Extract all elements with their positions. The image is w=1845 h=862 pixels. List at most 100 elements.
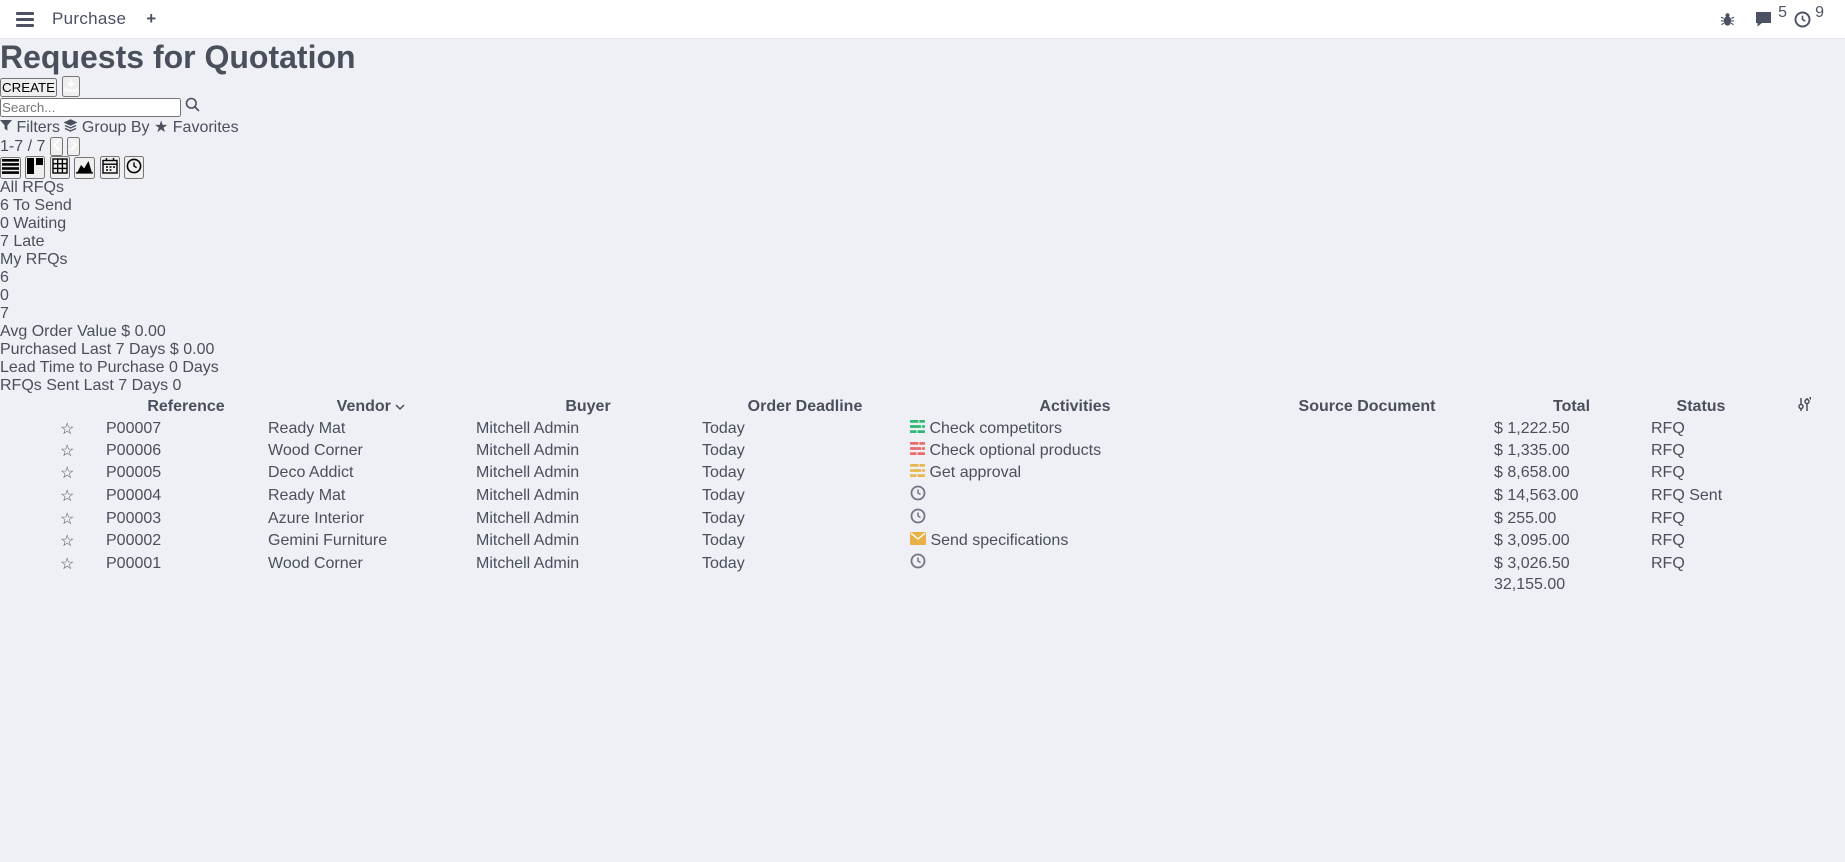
activity-cell[interactable]: Check competitors — [910, 420, 1062, 437]
plus-tab-icon[interactable]: + — [142, 9, 160, 29]
debug-bug-icon[interactable] — [1720, 11, 1735, 27]
reference-link[interactable]: P00007 — [106, 420, 161, 437]
search-icon[interactable] — [185, 99, 200, 116]
total-amount: $ 3,026.50 — [1494, 555, 1570, 572]
tasks-icon — [910, 464, 925, 481]
graph-view-button[interactable] — [74, 157, 95, 179]
favorite-star-icon[interactable]: ☆ — [60, 533, 74, 550]
activity-cell[interactable]: Check optional products — [910, 442, 1101, 459]
pager-range: 1-7 / 7 — [0, 138, 45, 155]
buyer-link[interactable]: Mitchell Admin — [476, 555, 579, 572]
table-row[interactable]: ☆ P00003 Azure Interior Mitchell Admin T… — [2, 508, 1829, 529]
activity-label: Send specifications — [930, 532, 1068, 549]
vendor-link[interactable]: Ready Mat — [268, 420, 345, 437]
stat-purchased-last-7-days: Purchased Last 7 Days $ 0.00 — [0, 341, 1845, 359]
reference-link[interactable]: P00004 — [106, 487, 161, 504]
total-amount: $ 1,335.00 — [1494, 442, 1570, 459]
activities-clock-icon[interactable]: 9 — [1794, 11, 1811, 28]
my-kpi-waiting[interactable]: 0 — [0, 287, 1845, 305]
buyer-link[interactable]: Mitchell Admin — [476, 420, 579, 437]
kanban-view-button[interactable] — [25, 156, 45, 179]
table-row[interactable]: ☆ P00006 Wood Corner Mitchell Admin Toda… — [2, 441, 1829, 461]
vendor-link[interactable]: Ready Mat — [268, 487, 345, 504]
export-button[interactable] — [62, 76, 80, 97]
filters-menu[interactable]: Filters — [0, 119, 64, 136]
favorite-star-icon[interactable]: ☆ — [60, 488, 74, 505]
header-order-deadline[interactable]: Order Deadline — [702, 397, 908, 417]
pivot-view-button[interactable] — [50, 156, 70, 179]
vendor-link[interactable]: Deco Addict — [268, 464, 353, 481]
activity-cell[interactable]: Get approval — [910, 464, 1021, 481]
hamburger-menu-icon[interactable] — [14, 8, 36, 31]
favorite-star-icon[interactable]: ☆ — [60, 511, 74, 528]
kpi-card-late[interactable]: 7 Late — [0, 233, 1845, 251]
messages-icon[interactable]: 5 — [1755, 11, 1774, 28]
reference-link[interactable]: P00001 — [106, 555, 161, 572]
table-row[interactable]: ☆ P00002 Gemini Furniture Mitchell Admin… — [2, 531, 1829, 551]
favorites-menu[interactable]: ★ Favorites — [154, 119, 239, 136]
kanban-view-icon — [27, 158, 43, 174]
favorite-star-icon[interactable]: ☆ — [60, 556, 74, 573]
kpi-card-to-send[interactable]: 6 To Send — [0, 197, 1845, 215]
pivot-view-icon — [52, 158, 68, 174]
stat-lead-time-to-purchase: Lead Time to Purchase 0 Days — [0, 359, 1845, 377]
header-total[interactable]: Total — [1494, 397, 1649, 417]
status-badge: RFQ — [1651, 420, 1685, 437]
buyer-link[interactable]: Mitchell Admin — [476, 464, 579, 481]
app-title[interactable]: Purchase — [52, 9, 126, 29]
status-badge: RFQ Sent — [1651, 487, 1722, 504]
my-rfqs-label: My RFQs — [0, 251, 68, 268]
activity-cell[interactable] — [910, 556, 926, 573]
pager-previous-button[interactable] — [50, 137, 63, 156]
my-kpi-late[interactable]: 7 — [0, 305, 1845, 323]
group-by-menu[interactable]: Group By — [64, 119, 154, 136]
reference-link[interactable]: P00003 — [106, 510, 161, 527]
buyer-link[interactable]: Mitchell Admin — [476, 442, 579, 459]
reference-link[interactable]: P00002 — [106, 532, 161, 549]
vendor-link[interactable]: Gemini Furniture — [268, 532, 387, 549]
create-button[interactable]: CREATE — [0, 78, 57, 97]
favorite-star-icon[interactable]: ☆ — [60, 443, 74, 460]
buyer-link[interactable]: Mitchell Admin — [476, 532, 579, 549]
list-view-button[interactable] — [0, 157, 21, 179]
stat-avg-order-value: Avg Order Value $ 0.00 — [0, 323, 1845, 341]
kpi-card-waiting[interactable]: 0 Waiting — [0, 215, 1845, 233]
my-kpi-to-send[interactable]: 6 — [0, 269, 1845, 287]
vendor-link[interactable]: Wood Corner — [268, 555, 363, 572]
activity-cell[interactable] — [910, 511, 926, 528]
rfq-list-table: Reference Vendor Buyer Order Deadline Ac… — [0, 395, 1831, 596]
favorite-star-icon[interactable]: ☆ — [60, 465, 74, 482]
table-row[interactable]: ☆ P00001 Wood Corner Mitchell Admin Toda… — [2, 553, 1829, 574]
reference-link[interactable]: P00006 — [106, 442, 161, 459]
all-rfqs-label: All RFQs — [0, 179, 64, 196]
calendar-view-button[interactable] — [100, 156, 120, 179]
header-vendor[interactable]: Vendor — [268, 397, 474, 417]
buyer-link[interactable]: Mitchell Admin — [476, 510, 579, 527]
header-buyer[interactable]: Buyer — [476, 397, 700, 417]
messages-count-badge: 5 — [1778, 4, 1787, 22]
table-header-row: Reference Vendor Buyer Order Deadline Ac… — [2, 397, 1829, 417]
table-row[interactable]: ☆ P00005 Deco Addict Mitchell Admin Toda… — [2, 463, 1829, 483]
header-source-document[interactable]: Source Document — [1242, 397, 1492, 417]
reference-link[interactable]: P00005 — [106, 464, 161, 481]
header-activities[interactable]: Activities — [910, 397, 1240, 417]
header-reference[interactable]: Reference — [106, 397, 266, 417]
table-row[interactable]: ☆ P00004 Ready Mat Mitchell Admin Today … — [2, 485, 1829, 506]
clock-icon — [910, 488, 926, 505]
vendor-link[interactable]: Azure Interior — [268, 510, 364, 527]
chevron-right-icon — [69, 139, 78, 151]
table-row[interactable]: ☆ P00007 Ready Mat Mitchell Admin Today … — [2, 419, 1829, 439]
vendor-link[interactable]: Wood Corner — [268, 442, 363, 459]
buyer-link[interactable]: Mitchell Admin — [476, 487, 579, 504]
optional-columns-icon[interactable] — [1797, 399, 1811, 416]
activity-label: Check competitors — [929, 420, 1062, 437]
search-input[interactable] — [0, 98, 181, 117]
pager-next-button[interactable] — [67, 137, 80, 156]
order-deadline: Today — [702, 442, 745, 459]
total-amount: $ 255.00 — [1494, 510, 1556, 527]
activity-cell[interactable]: Send specifications — [910, 532, 1068, 549]
activity-cell[interactable] — [910, 488, 926, 505]
header-status[interactable]: Status — [1651, 397, 1751, 417]
favorite-star-icon[interactable]: ☆ — [60, 421, 74, 438]
activity-view-button[interactable] — [124, 156, 144, 179]
